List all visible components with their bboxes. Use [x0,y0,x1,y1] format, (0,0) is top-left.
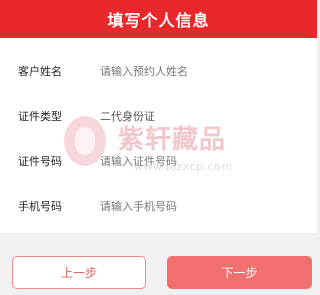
id-type-select[interactable]: 二代身份证 [100,108,155,124]
form-row-phone: 手机号码 [0,186,317,226]
id-type-label: 证件类型 [18,110,62,123]
id-number-input[interactable] [100,154,300,168]
next-step-button[interactable]: 下一步 [167,256,312,289]
customer-name-label: 客户姓名 [18,65,62,78]
id-number-label: 证件号码 [18,155,62,168]
customer-name-input[interactable] [100,64,300,78]
form-row-id-number: 证件号码 [0,141,317,181]
phone-input[interactable] [100,199,300,213]
form-row-id-type[interactable]: 证件类型 二代身份证 [0,96,317,136]
page-title: 填写个人信息 [107,11,210,30]
form-row-name: 客户姓名 [0,51,317,91]
page-header: 填写个人信息 [0,0,317,38]
phone-label: 手机号码 [18,200,62,213]
personal-info-form: 客户姓名 证件类型 二代身份证 证件号码 手机号码 [0,38,317,233]
previous-step-button[interactable]: 上一步 [12,256,146,289]
